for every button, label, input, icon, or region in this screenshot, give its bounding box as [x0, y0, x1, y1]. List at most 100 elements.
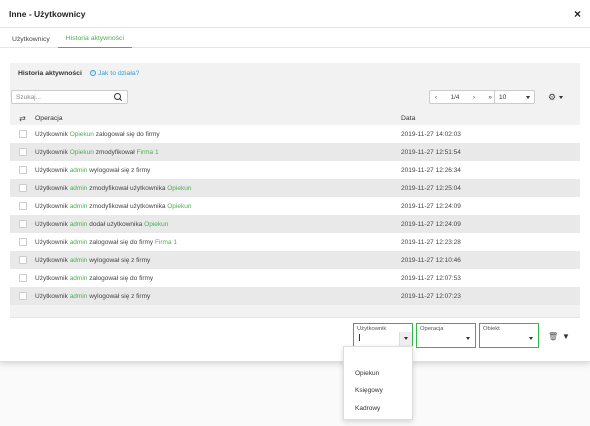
date-cell: 2019-11-27 12:07:23: [401, 292, 461, 300]
table-row[interactable]: Użytkownik Opiekun zmodyfikował Firma 12…: [10, 143, 580, 161]
operation-cell: Użytkownik admin wylogował się z firmy: [35, 293, 401, 300]
entity-link[interactable]: Firma 1: [137, 149, 159, 156]
row-checkbox[interactable]: [18, 202, 27, 210]
modal-title: Inne - Użytkownicy: [9, 8, 86, 19]
activity-panel: Historia aktywności ? Jak to działa? ‹ 1…: [10, 63, 580, 356]
date-cell: 2019-11-27 12:10:46: [401, 256, 461, 264]
table-row[interactable]: Użytkownik admin zmodyfikował użytkownik…: [10, 197, 580, 215]
row-checkbox[interactable]: [18, 292, 27, 300]
table-row[interactable]: Użytkownik admin zalogował się do firmy …: [10, 233, 580, 251]
column-header-operation[interactable]: Operacja: [35, 115, 401, 122]
entity-link[interactable]: admin: [70, 185, 88, 192]
operation-text: Użytkownik: [35, 220, 70, 228]
date-cell: 2019-11-27 12:23:28: [401, 238, 461, 246]
row-checkbox[interactable]: [18, 256, 27, 264]
modal-header: Inne - Użytkownicy ×: [0, 0, 590, 28]
entity-link[interactable]: Opiekun: [167, 185, 191, 192]
date-cell: 2019-11-27 12:07:53: [401, 274, 461, 282]
entity-link[interactable]: admin: [70, 293, 88, 300]
prev-page-button[interactable]: ‹: [435, 94, 437, 101]
operation-text: zmodyfikował użytkownika: [87, 202, 168, 210]
column-header-date[interactable]: Data: [401, 115, 580, 122]
operation-text: dodał użytkownika: [87, 220, 145, 228]
operation-text: Użytkownik: [35, 274, 70, 282]
table-row[interactable]: Użytkownik admin wylogował się z firmy 20…: [10, 251, 580, 269]
row-checkbox[interactable]: [18, 238, 27, 246]
table-row[interactable]: Użytkownik admin dodał użytkownika Opiek…: [10, 215, 580, 233]
row-checkbox[interactable]: [18, 148, 27, 156]
help-icon: ?: [89, 70, 96, 76]
table-body: Użytkownik Opiekun zalogował się do firm…: [10, 125, 580, 305]
per-page-select[interactable]: 10: [494, 90, 535, 104]
operation-text: Użytkownik: [35, 202, 70, 210]
search-input[interactable]: [12, 93, 112, 101]
row-checkbox[interactable]: [18, 184, 27, 192]
user-filter-label: Użytkownik: [357, 326, 387, 332]
entity-link[interactable]: Opiekun: [70, 149, 94, 156]
operation-text: wylogował się z firmy: [87, 166, 151, 174]
user-filter-toggle[interactable]: [399, 332, 412, 346]
operation-text: Użytkownik: [35, 148, 70, 156]
operation-text: Użytkownik: [35, 238, 70, 246]
table-row[interactable]: Użytkownik admin wylogował się z firmy 20…: [10, 287, 580, 305]
row-checkbox[interactable]: [18, 130, 27, 138]
operation-cell: Użytkownik admin wylogował się z firmy: [35, 257, 401, 264]
users-modal: Inne - Użytkownicy × Użytkownicy Histori…: [0, 0, 590, 362]
date-cell: 2019-11-27 12:25:04: [401, 184, 461, 192]
filter-icon[interactable]: ▼: [562, 332, 570, 341]
settings-menu-button[interactable]: ⚙: [548, 92, 564, 103]
table-row[interactable]: Użytkownik admin zmodyfikował użytkownik…: [10, 179, 580, 197]
date-cell: 2019-11-27 12:24:09: [401, 220, 461, 228]
dropdown-option[interactable]: Kadrowy: [355, 405, 380, 412]
operation-text: zalogował się do firmy: [87, 238, 155, 246]
next-page-button[interactable]: ›: [473, 94, 475, 101]
activity-table: ⇄ Operacja Data Użytkownik Opiekun zalog…: [10, 111, 580, 305]
operation-text: zalogował się do firmy: [93, 130, 160, 138]
entity-link[interactable]: Opiekun: [70, 131, 94, 138]
table-row[interactable]: Użytkownik Opiekun zalogował się do firm…: [10, 125, 580, 143]
tab-users[interactable]: Użytkownicy: [4, 36, 58, 48]
user-filter-field[interactable]: Użytkownik: [353, 323, 413, 348]
row-checkbox[interactable]: [18, 274, 27, 282]
trash-icon[interactable]: 🗑: [548, 332, 558, 341]
row-checkbox[interactable]: [18, 220, 27, 228]
entity-link[interactable]: admin: [70, 167, 88, 174]
entity-link[interactable]: admin: [70, 239, 88, 246]
table-toolbar: ‹ 1/4 › » 10 ⚙: [10, 88, 580, 108]
table-row[interactable]: Użytkownik admin wylogował się z firmy 20…: [10, 161, 580, 179]
operation-filter-select[interactable]: Operacja: [416, 323, 476, 348]
entity-link[interactable]: admin: [70, 257, 88, 264]
entity-link[interactable]: Opiekun: [144, 221, 168, 228]
entity-link[interactable]: admin: [70, 275, 88, 282]
object-filter-label: Obiekt: [483, 326, 500, 332]
row-checkbox[interactable]: [18, 166, 27, 174]
date-cell: 2019-11-27 12:24:09: [401, 202, 461, 210]
panel-title: Historia aktywności: [18, 69, 82, 77]
page-indicator: 1/4: [450, 93, 460, 101]
entity-link[interactable]: admin: [70, 221, 88, 228]
entity-link[interactable]: Opiekun: [167, 203, 191, 210]
help-link[interactable]: ? Jak to działa?: [89, 70, 139, 77]
panel-header: Historia aktywności ? Jak to działa?: [10, 63, 580, 83]
chevron-down-icon: [529, 337, 533, 340]
tab-bar: Użytkownicy Historia aktywności: [0, 28, 590, 48]
last-page-button[interactable]: »: [488, 94, 492, 101]
close-icon[interactable]: ×: [574, 8, 581, 20]
dropdown-option[interactable]: Księgowy: [355, 387, 383, 394]
object-filter-select[interactable]: Obiekt: [479, 323, 539, 348]
operation-text: Użytkownik: [35, 184, 70, 192]
swap-columns-icon[interactable]: ⇄: [19, 114, 26, 123]
operation-text: Użytkownik: [35, 292, 70, 300]
entity-link[interactable]: Firma 1: [155, 239, 177, 246]
table-row[interactable]: Użytkownik admin zalogował się do firmy 2…: [10, 269, 580, 287]
operation-text: wylogował się z firmy: [87, 256, 151, 264]
tab-activity-history[interactable]: Historia aktywności: [57, 35, 132, 48]
operation-text: zmodyfikował: [93, 148, 137, 156]
dropdown-option[interactable]: Opiekun: [355, 370, 379, 377]
entity-link[interactable]: admin: [70, 203, 88, 210]
date-cell: 2019-11-27 14:02:03: [401, 130, 461, 138]
operation-cell: Użytkownik admin zmodyfikował użytkownik…: [35, 203, 401, 210]
per-page-value: 10: [499, 93, 507, 101]
operation-cell: Użytkownik admin dodał użytkownika Opiek…: [35, 221, 401, 228]
search-icon[interactable]: [114, 93, 122, 101]
